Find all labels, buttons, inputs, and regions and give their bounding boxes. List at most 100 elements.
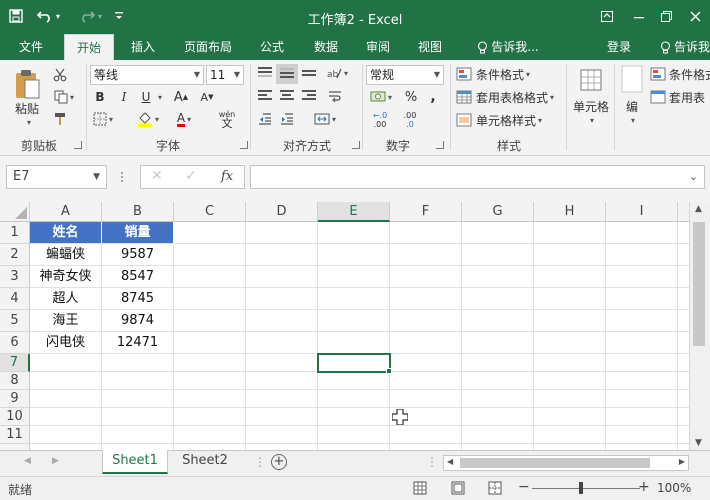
grid-cell[interactable] xyxy=(390,244,462,266)
table-header-cell[interactable]: 姓名 xyxy=(30,222,102,244)
font-size-select[interactable]: 11 ▼ xyxy=(206,65,244,85)
grid-cell[interactable] xyxy=(174,332,246,354)
tab-data[interactable]: 数据 xyxy=(304,34,348,60)
tab-formulas[interactable]: 公式 xyxy=(250,34,294,60)
grid-cell[interactable] xyxy=(606,266,678,288)
sign-in-link[interactable]: 登录 xyxy=(598,34,640,60)
grid-cell[interactable] xyxy=(606,354,678,372)
formula-bar-splitter[interactable] xyxy=(119,170,125,184)
worksheet-grid[interactable]: A B C D E F G H I 1 2 3 4 5 6 7 8 9 10 1… xyxy=(0,202,710,450)
cells-icon[interactable] xyxy=(576,66,606,94)
increase-decimal-button[interactable]: ←.0.00 xyxy=(368,110,392,130)
cells-dropdown-icon[interactable]: ▾ xyxy=(582,114,600,126)
enter-icon[interactable]: ✓ xyxy=(185,168,197,184)
grid-cell[interactable] xyxy=(462,426,534,444)
more-sheets-icon[interactable]: ⋮ xyxy=(254,455,266,469)
grid-cell[interactable] xyxy=(102,372,174,390)
comma-style-button[interactable]: , xyxy=(424,88,442,106)
grid-cell[interactable] xyxy=(606,408,678,426)
scroll-left-icon[interactable]: ◀ xyxy=(447,457,453,466)
grid-cell[interactable] xyxy=(390,266,462,288)
grid-cell[interactable] xyxy=(318,310,390,332)
grid-cell[interactable] xyxy=(534,332,606,354)
grid-cell[interactable] xyxy=(390,332,462,354)
grid-cell[interactable] xyxy=(246,354,318,372)
grid-cell[interactable] xyxy=(462,408,534,426)
grid-cell[interactable] xyxy=(462,244,534,266)
grid-cell[interactable] xyxy=(174,354,246,372)
row-header[interactable]: 10 xyxy=(0,408,30,426)
wrap-text-icon[interactable] xyxy=(326,87,344,105)
grid-cell[interactable] xyxy=(318,426,390,444)
column-header[interactable]: B xyxy=(102,202,174,222)
merge-center-icon[interactable]: ▾ xyxy=(310,110,340,128)
number-format-select[interactable]: 常规 ▼ xyxy=(366,65,444,85)
copy-icon[interactable]: ▾ xyxy=(50,88,78,106)
cell-styles-button[interactable]: 单元格样式 ▾ xyxy=(456,111,556,129)
grid-cell[interactable] xyxy=(534,390,606,408)
grid-cell[interactable] xyxy=(534,222,606,244)
grid-cell[interactable] xyxy=(606,222,678,244)
grid-cell[interactable] xyxy=(174,372,246,390)
phonetic-guide-button[interactable]: wén 文 xyxy=(212,108,242,130)
paste-icon[interactable] xyxy=(10,66,44,102)
column-header[interactable]: F xyxy=(390,202,462,222)
alignment-launcher-icon[interactable] xyxy=(352,141,360,149)
grid-cell[interactable] xyxy=(102,354,174,372)
grid-cell[interactable] xyxy=(174,222,246,244)
row-header[interactable]: 11 xyxy=(0,426,30,444)
increase-indent-icon[interactable] xyxy=(278,110,296,128)
grid-cell[interactable] xyxy=(390,372,462,390)
editing-button[interactable]: 编 xyxy=(620,98,644,114)
grid-cell[interactable] xyxy=(462,390,534,408)
scroll-right-icon[interactable]: ▶ xyxy=(679,457,685,466)
page-layout-view-icon[interactable] xyxy=(451,481,465,498)
scroll-tabs-right-icon[interactable]: ▶ xyxy=(52,456,59,466)
row-header-selected[interactable]: 7 xyxy=(0,354,30,372)
tell-me-box-right[interactable]: 告诉我 xyxy=(660,34,710,60)
orientation-icon[interactable]: ab ▾ xyxy=(322,64,352,82)
restore-icon[interactable] xyxy=(651,6,681,26)
grid-cell[interactable] xyxy=(534,408,606,426)
tab-file[interactable]: 文件 xyxy=(8,34,54,60)
grid-cell[interactable] xyxy=(606,372,678,390)
new-sheet-icon[interactable]: + xyxy=(271,454,287,470)
grid-cell[interactable] xyxy=(102,426,174,444)
grid-cell[interactable] xyxy=(462,372,534,390)
grid-cell[interactable] xyxy=(102,408,174,426)
sheet-tab-active[interactable]: Sheet1 xyxy=(102,450,168,474)
conditional-formatting-button[interactable]: 条件格式 ▾ xyxy=(456,65,556,83)
grid-cell[interactable] xyxy=(246,426,318,444)
row-header[interactable]: 3 xyxy=(0,266,30,288)
grid-cell[interactable] xyxy=(606,332,678,354)
page-break-view-icon[interactable] xyxy=(488,481,502,498)
expand-formula-bar-icon[interactable]: ⌄ xyxy=(689,170,698,183)
grid-cell[interactable] xyxy=(174,288,246,310)
row-header[interactable]: 9 xyxy=(0,390,30,408)
tab-page-layout[interactable]: 页面布局 xyxy=(176,34,240,60)
align-top-icon[interactable] xyxy=(256,64,274,82)
grid-cell[interactable] xyxy=(534,288,606,310)
cut-icon[interactable] xyxy=(50,66,70,84)
cells-button[interactable]: 单元格 xyxy=(570,98,612,114)
fill-handle[interactable] xyxy=(386,368,392,374)
table-cell[interactable]: 蝙蝠侠 xyxy=(30,244,102,266)
grid-cell[interactable] xyxy=(462,354,534,372)
tab-insert[interactable]: 插入 xyxy=(120,34,166,60)
column-header[interactable]: G xyxy=(462,202,534,222)
column-header-selected[interactable]: E xyxy=(318,202,390,222)
grid-cell[interactable] xyxy=(606,288,678,310)
grid-cell[interactable] xyxy=(390,288,462,310)
column-header[interactable]: I xyxy=(606,202,678,222)
format-as-table-button[interactable]: 套用表格格式 ▾ xyxy=(456,88,562,106)
align-left-icon[interactable] xyxy=(256,87,274,105)
grid-cell[interactable] xyxy=(174,266,246,288)
grid-cell[interactable] xyxy=(174,426,246,444)
grid-cell[interactable] xyxy=(30,354,102,372)
scroll-tabs-left-icon[interactable]: ◀ xyxy=(24,456,31,466)
grid-cell[interactable] xyxy=(318,390,390,408)
paste-dropdown-icon[interactable]: ▾ xyxy=(18,116,38,128)
grid-cell[interactable] xyxy=(174,310,246,332)
formula-input[interactable]: ⌄ xyxy=(250,165,705,189)
grid-cell[interactable] xyxy=(534,354,606,372)
